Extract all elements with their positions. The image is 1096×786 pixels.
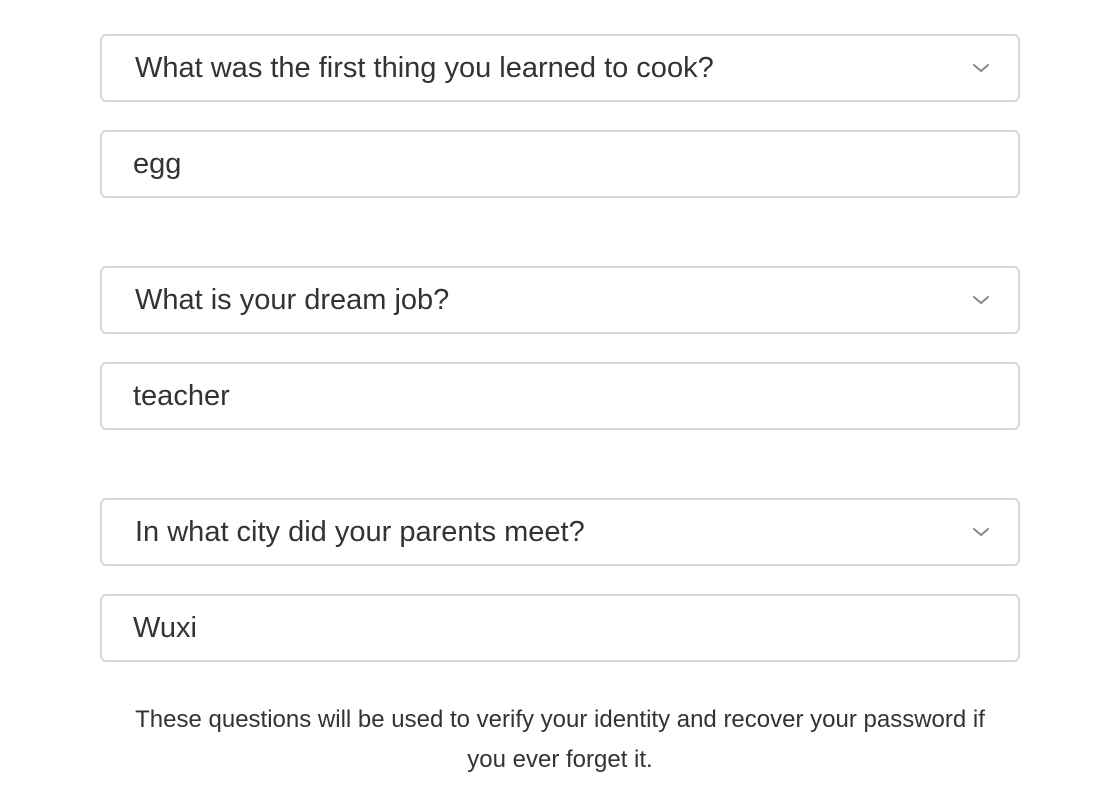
- security-question-2-select[interactable]: What is your dream job?: [100, 266, 1020, 334]
- security-answer-2-input[interactable]: [102, 364, 1018, 428]
- security-question-3-select[interactable]: In what city did your parents meet?: [100, 498, 1020, 566]
- security-questions-help-text: These questions will be used to verify y…: [135, 706, 985, 773]
- chevron-down-icon: [973, 296, 989, 304]
- chevron-down-icon: [973, 64, 989, 72]
- security-questions-form: What was the first thing you learned to …: [0, 0, 1096, 786]
- security-question-1-label: What was the first thing you learned to …: [135, 51, 714, 84]
- security-answer-3-field: [100, 594, 1020, 662]
- security-answer-3-input[interactable]: [102, 596, 1018, 660]
- security-answer-1-field: [100, 130, 1020, 198]
- security-answer-1-input[interactable]: [102, 132, 1018, 196]
- chevron-down-icon: [973, 528, 989, 536]
- security-question-1-select[interactable]: What was the first thing you learned to …: [100, 34, 1020, 102]
- security-question-3-label: In what city did your parents meet?: [135, 515, 585, 548]
- security-answer-2-field: [100, 362, 1020, 430]
- security-question-2-label: What is your dream job?: [135, 283, 450, 316]
